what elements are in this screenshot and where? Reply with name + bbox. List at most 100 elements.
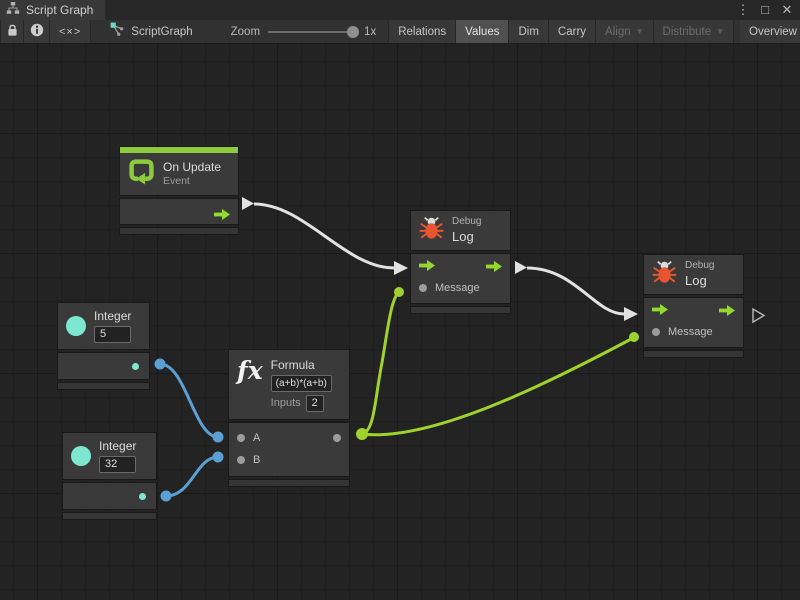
value-output-port[interactable] <box>333 434 341 442</box>
node-category: Debug <box>452 216 481 229</box>
info-button[interactable] <box>24 20 50 43</box>
wire-endpoint-dot <box>213 452 224 463</box>
node-title: Integer <box>94 309 131 324</box>
input-port-b[interactable] <box>237 456 245 464</box>
node-title: Formula <box>271 358 332 373</box>
node-footer <box>119 227 239 235</box>
code-view-button[interactable]: <×> <box>50 20 91 43</box>
code-icon: <×> <box>59 26 81 38</box>
script-graph-icon <box>109 21 125 42</box>
zoom-slider-handle[interactable] <box>347 26 359 38</box>
control-output-port[interactable] <box>486 261 502 275</box>
wire-endpoint-dot <box>161 491 172 502</box>
inputs-label: Inputs <box>271 397 301 411</box>
input-port-a[interactable] <box>237 434 245 442</box>
wire-endpoint-dot <box>213 432 224 443</box>
graph-hierarchy-icon <box>6 1 20 19</box>
unity-visual-scripting-window: Script Graph ⋮ □ ✕ <×> ScriptGraph <box>0 0 800 600</box>
wire-endpoint-dot <box>155 359 166 370</box>
chevron-down-icon: ▼ <box>716 27 724 36</box>
port-label: Message <box>435 282 480 294</box>
window-controls: ⋮ □ ✕ <box>734 0 796 20</box>
node-debug-log-2[interactable]: Debug Log Message <box>643 254 744 358</box>
event-accent-bar <box>119 146 239 153</box>
toolbar-button-overview[interactable]: Overview <box>740 20 800 43</box>
toolbar-button-relations[interactable]: Relations <box>388 20 456 43</box>
control-output-port[interactable] <box>214 207 230 225</box>
control-wire-1[interactable] <box>254 204 394 268</box>
wire-end-arrow <box>394 261 408 275</box>
unconnected-output-arrow <box>753 309 764 322</box>
lock-icon <box>7 24 18 40</box>
wire-start-arrow <box>515 261 527 274</box>
node-footer <box>228 479 350 487</box>
node-footer <box>57 382 150 390</box>
integer-type-icon <box>71 446 91 466</box>
node-integer-5[interactable]: Integer 5 <box>57 302 150 390</box>
node-formula[interactable]: fx Formula (a+b)*(a+b) Inputs 2 A <box>228 349 350 487</box>
fx-icon: fx <box>237 358 263 383</box>
zoom-label: Zoom <box>231 26 260 38</box>
integer-value-field[interactable]: 32 <box>99 456 136 473</box>
wire-endpoint-dot <box>394 287 404 297</box>
message-input-port[interactable] <box>652 328 660 336</box>
close-icon[interactable]: ✕ <box>778 1 796 19</box>
integer-type-icon <box>66 316 86 336</box>
tab-script-graph[interactable]: Script Graph <box>0 0 105 20</box>
value-output-port[interactable] <box>139 493 146 500</box>
zoom-control: Zoom 1x <box>231 20 377 43</box>
loop-icon <box>128 158 155 190</box>
node-on-update[interactable]: On Update Event <box>119 146 239 235</box>
wire-end-arrow <box>624 307 638 321</box>
node-title: Log <box>685 273 714 289</box>
info-icon <box>30 23 44 40</box>
value-wire-formula-to-log2[interactable] <box>362 338 633 435</box>
node-title: On Update <box>163 160 221 175</box>
toolbar-button-align[interactable]: Align▼ <box>596 20 654 43</box>
value-wire-formula-to-log1[interactable] <box>362 293 398 434</box>
control-input-port[interactable] <box>419 260 435 274</box>
wire-endpoint-dot <box>356 428 368 440</box>
node-footer <box>643 350 744 358</box>
toolbar-button-distribute[interactable]: Distribute▼ <box>654 20 735 43</box>
node-category: Debug <box>685 260 714 273</box>
value-wire-int5[interactable] <box>160 364 218 437</box>
node-debug-log-1[interactable]: Debug Log Message <box>410 210 511 314</box>
zoom-value: 1x <box>364 26 376 38</box>
zoom-slider[interactable] <box>268 31 354 33</box>
wire-endpoint-dot <box>629 332 639 342</box>
wire-start-arrow <box>242 197 254 210</box>
lock-button[interactable] <box>0 20 24 43</box>
graph-name-label: ScriptGraph <box>131 26 192 38</box>
node-subtitle: Event <box>163 175 221 188</box>
control-wire-2[interactable] <box>527 268 624 314</box>
graph-canvas[interactable]: On Update Event Debug Log <box>0 44 800 600</box>
node-title: Integer <box>99 439 136 454</box>
port-label: A <box>253 432 260 444</box>
maximize-icon[interactable]: □ <box>756 1 774 19</box>
tab-bar: Script Graph ⋮ □ ✕ <box>0 0 800 20</box>
node-footer <box>410 306 511 314</box>
formula-expression-field[interactable]: (a+b)*(a+b) <box>271 375 332 392</box>
toolbar-button-carry[interactable]: Carry <box>549 20 596 43</box>
node-footer <box>62 512 157 520</box>
inputs-count-field[interactable]: 2 <box>306 395 324 412</box>
message-input-port[interactable] <box>419 284 427 292</box>
graph-toolbar: <×> ScriptGraph Zoom 1x Relations Values… <box>0 20 800 44</box>
chevron-down-icon: ▼ <box>636 27 644 36</box>
value-wire-int32[interactable] <box>166 457 218 496</box>
node-integer-32[interactable]: Integer 32 <box>62 432 157 520</box>
node-title: Log <box>452 229 481 245</box>
value-output-port[interactable] <box>132 363 139 370</box>
port-label: Message <box>668 326 713 338</box>
bug-icon <box>652 260 677 289</box>
integer-value-field[interactable]: 5 <box>94 326 131 343</box>
toolbar-button-dim[interactable]: Dim <box>509 20 548 43</box>
graph-breadcrumb[interactable]: ScriptGraph <box>109 20 192 43</box>
port-label: B <box>253 454 260 466</box>
toolbar-button-values[interactable]: Values <box>456 20 509 43</box>
tab-title: Script Graph <box>26 3 93 17</box>
control-output-port[interactable] <box>719 305 735 319</box>
control-input-port[interactable] <box>652 304 668 318</box>
menu-icon[interactable]: ⋮ <box>734 1 752 19</box>
